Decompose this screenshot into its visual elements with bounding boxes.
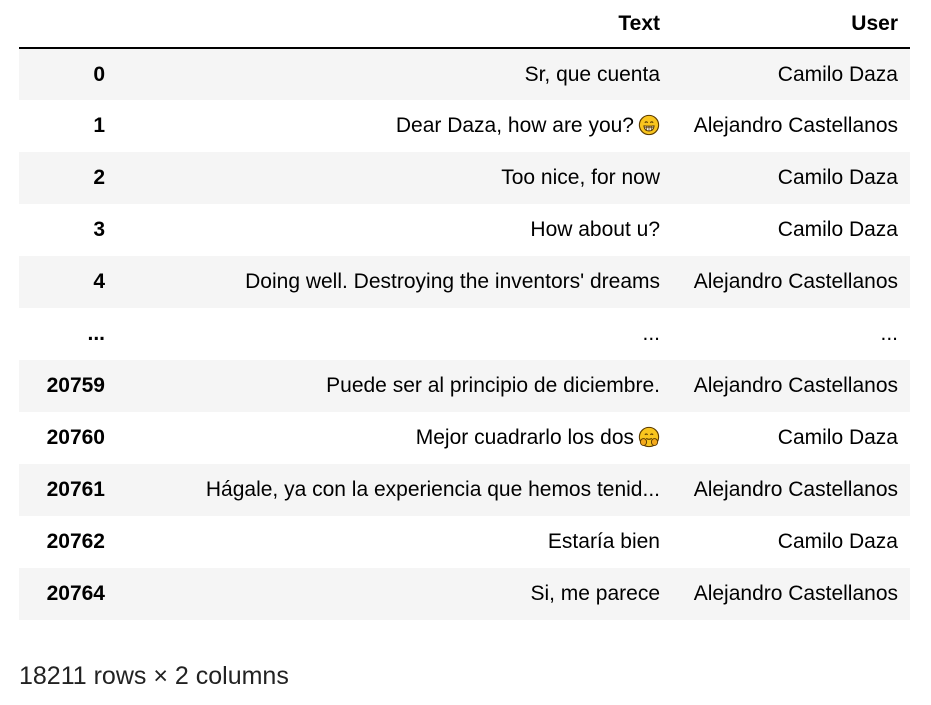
user-cell: Camilo Daza (777, 62, 898, 86)
user-cell: Alejandro Castellanos (693, 582, 898, 605)
text-cell: Too nice, for now (117, 152, 672, 204)
text-cell: ... (117, 308, 672, 360)
index-column-header (19, 0, 117, 49)
message-text: Doing well. Destroying the inventors' dr… (245, 270, 660, 293)
row-index-cell: 1 (93, 114, 105, 137)
row-index-cell: 20760 (46, 426, 105, 449)
text-cell: Hágale, ya con la experiencia que hemos … (117, 464, 672, 516)
user-cell: Camilo Daza (777, 426, 898, 449)
user-column-header: User (672, 0, 910, 49)
message-text: Estaría bien (547, 530, 660, 553)
text-cell: Puede ser al principio de diciembre. (117, 360, 672, 412)
dataframe-shape-caption: 18211 rows × 2 columns (19, 662, 289, 690)
message-text: How about u? (530, 218, 660, 241)
table-row: 3 How about u? Camilo Daza (19, 204, 910, 256)
message-text: Sr, que cuenta (524, 62, 660, 86)
table-row: 1 Dear Daza, how are you? Alejandro Castel… (19, 100, 910, 152)
message-text: Dear Daza, how are you? (395, 114, 634, 137)
table-row: 20764 Si, me parece Alejandro Castellanos (19, 568, 910, 620)
grinning-face-emoji (638, 114, 660, 136)
message-text: Si, me parece (530, 582, 660, 605)
row-index-cell: 20762 (46, 530, 105, 553)
table-row: 2 Too nice, for now Camilo Daza (19, 152, 910, 204)
table-row: ......... (19, 308, 910, 360)
table-row: 4 Doing well. Destroying the inventors' d… (19, 256, 910, 308)
header-row: Text User (19, 0, 910, 49)
message-text: ... (642, 322, 660, 345)
row-index-cell: ... (87, 322, 105, 345)
user-cell: Camilo Daza (777, 218, 898, 241)
text-cell: Estaría bien (117, 516, 672, 568)
message-text: Puede ser al principio de diciembre. (326, 374, 660, 397)
table-row: 20761 Hágale, ya con la experiencia que h… (19, 464, 910, 516)
text-cell: Si, me parece (117, 568, 672, 620)
text-cell: Sr, que cuenta (117, 48, 672, 100)
row-index-cell: 2 (93, 166, 105, 189)
message-text: Mejor cuadrarlo los dos (415, 426, 634, 449)
row-index-cell: 3 (93, 218, 105, 241)
message-text: Hágale, ya con la experiencia que hemos … (205, 478, 660, 501)
user-cell: Camilo Daza (777, 166, 898, 189)
table-body: 0 Sr, que cuenta Camilo Daza 1 Dear Daza, ho… (19, 48, 910, 620)
user-cell: ... (880, 322, 898, 345)
text-cell: How about u? (117, 204, 672, 256)
text-cell: Dear Daza, how are you? (117, 100, 672, 152)
text-cell: Mejor cuadrarlo los dos (117, 412, 672, 464)
user-cell: Camilo Daza (777, 530, 898, 553)
table-row: 0 Sr, que cuenta Camilo Daza (19, 48, 910, 100)
user-cell: Alejandro Castellanos (693, 114, 898, 137)
row-index-cell: 20761 (46, 478, 105, 501)
row-index-cell: 4 (93, 270, 105, 293)
row-index-cell: 20759 (46, 374, 105, 397)
user-cell: Alejandro Castellanos (693, 270, 898, 293)
table-row: 20759 Puede ser al principio de diciembre… (19, 360, 910, 412)
table-header: Text User (19, 0, 910, 49)
message-text: Too nice, for now (501, 166, 660, 189)
hugging-face-emoji (638, 426, 660, 448)
dataframe-output: Text User 0 Sr, que cuenta Camilo Daza 1 Dea… (19, 0, 910, 620)
text-cell: Doing well. Destroying the inventors' dr… (117, 256, 672, 308)
table-row: 20760 Mejor cuadrarlo los dos Camilo Daza (19, 412, 910, 464)
table-row: 20762 Estaría bien Camilo Daza (19, 516, 910, 568)
user-cell: Alejandro Castellanos (693, 374, 898, 397)
row-index-cell: 0 (93, 62, 105, 86)
dataframe-table: Text User 0 Sr, que cuenta Camilo Daza 1 Dea… (19, 0, 910, 620)
user-cell: Alejandro Castellanos (693, 478, 898, 501)
row-index-cell: 20764 (46, 582, 105, 605)
text-column-header: Text (117, 0, 672, 49)
